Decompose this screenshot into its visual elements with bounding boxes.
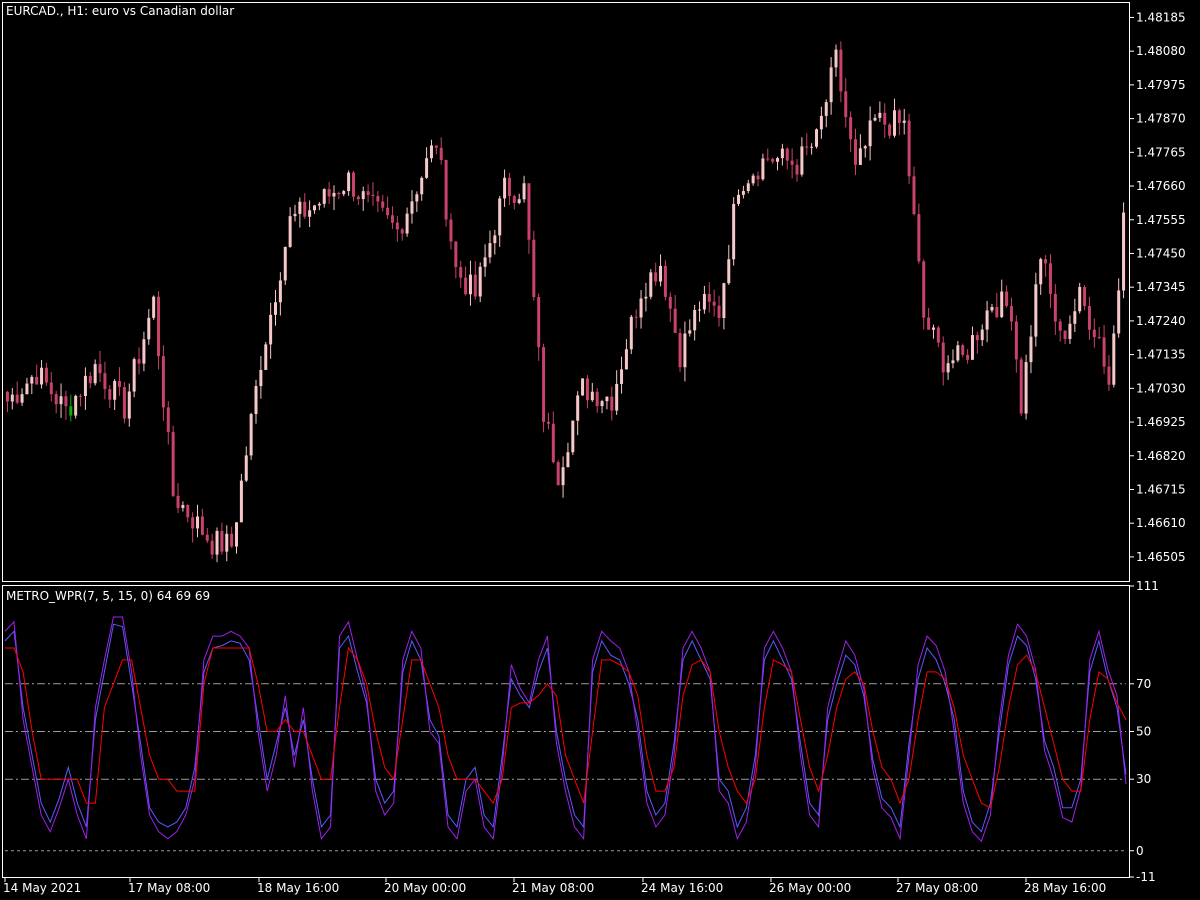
time-tick-label: 28 May 16:00 [1024, 881, 1106, 895]
candle [571, 420, 575, 455]
price-tick-label: 1.47030 [1136, 381, 1186, 395]
time-axis: 14 May 2021 17 May 08:00 18 May 16:00 20 Ma… [3, 878, 1106, 895]
price-tick-label: 1.47870 [1136, 112, 1186, 126]
price-tick-label: 1.46610 [1136, 516, 1186, 530]
indicator-tick-label: 111 [1136, 579, 1159, 593]
indicator-tick-label: 50 [1136, 725, 1151, 739]
price-tick-label: 1.47555 [1136, 213, 1186, 227]
time-tick-label: 20 May 00:00 [384, 881, 466, 895]
time-tick-label: 27 May 08:00 [896, 881, 978, 895]
time-tick-label: 17 May 08:00 [128, 881, 210, 895]
candle [663, 260, 667, 301]
price-tick-label: 1.47660 [1136, 179, 1186, 193]
time-tick-label: 14 May 2021 [3, 881, 81, 895]
candle [1078, 282, 1082, 314]
candle [649, 269, 653, 300]
candle [732, 197, 736, 266]
candle [171, 425, 175, 498]
candle [629, 314, 633, 354]
candle [556, 460, 560, 486]
candle [907, 113, 911, 185]
candle [1112, 325, 1116, 388]
candle [239, 473, 243, 523]
price-tick-label: 1.46505 [1136, 550, 1186, 564]
price-tick-label: 1.47240 [1136, 314, 1186, 328]
candle [283, 246, 287, 285]
candle [1019, 357, 1023, 417]
price-tick-label: 1.47765 [1136, 145, 1186, 159]
indicator-panel-title: METRO_WPR(7, 5, 15, 0) 64 69 69 [6, 589, 210, 603]
candle [444, 159, 448, 227]
indicator-tick-label: 30 [1136, 772, 1151, 786]
candle [74, 394, 78, 419]
price-tick-label: 1.47135 [1136, 348, 1186, 362]
candle [249, 412, 253, 460]
candle [678, 328, 682, 372]
candle [264, 341, 268, 370]
price-tick-label: 1.46715 [1136, 482, 1186, 496]
candle [542, 343, 546, 433]
time-tick-label: 21 May 08:00 [512, 881, 594, 895]
time-tick-label: 18 May 16:00 [257, 881, 339, 895]
chart-window: EURCAD., H1: euro vs Canadian dollar MET… [0, 0, 1200, 900]
candle [122, 382, 126, 424]
price-tick-label: 1.47975 [1136, 78, 1186, 92]
price-tick-label: 1.46925 [1136, 415, 1186, 429]
indicator-tick-label: -11 [1136, 870, 1156, 884]
chart-canvas[interactable]: EURCAD., H1: euro vs Canadian dollar MET… [0, 0, 1200, 900]
candle [478, 262, 482, 303]
candle [815, 128, 819, 149]
indicator-tick-label: 70 [1136, 677, 1151, 691]
price-tick-label: 1.46820 [1136, 449, 1186, 463]
time-tick-label: 24 May 16:00 [641, 881, 723, 895]
candle [532, 230, 536, 301]
price-tick-label: 1.47345 [1136, 280, 1186, 294]
candle [581, 378, 585, 396]
candle [1024, 354, 1028, 420]
candle [152, 295, 156, 320]
time-tick-label: 26 May 00:00 [769, 881, 851, 895]
price-tick-label: 1.48080 [1136, 44, 1186, 58]
indicator-tick-label: 0 [1136, 844, 1144, 858]
price-tick-label: 1.48185 [1136, 10, 1186, 24]
price-panel-title: EURCAD., H1: euro vs Canadian dollar [6, 4, 234, 18]
candle [132, 357, 136, 398]
price-tick-label: 1.47450 [1136, 246, 1186, 260]
candle [1122, 202, 1126, 299]
